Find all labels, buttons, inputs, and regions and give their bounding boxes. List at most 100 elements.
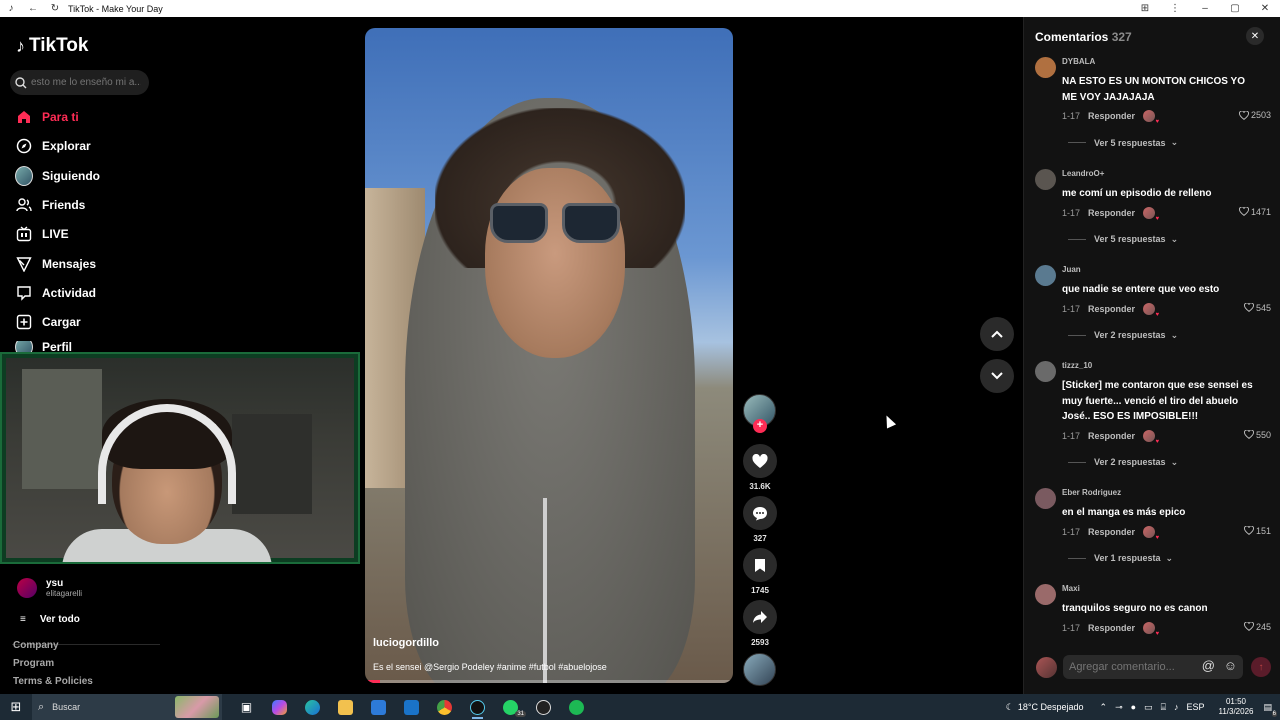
follow-plus-icon[interactable]: + <box>753 419 767 433</box>
nav-item-para-ti[interactable]: Para ti <box>15 106 79 128</box>
clock[interactable]: 01:50 11/3/2026 <box>1218 697 1253 717</box>
search-bar[interactable] <box>10 70 149 95</box>
reply-button[interactable]: Responder <box>1088 527 1135 537</box>
microphone-icon[interactable]: ● <box>1131 702 1136 712</box>
view-replies-button[interactable]: Ver 2 respuestas ⌄ <box>1068 457 1178 468</box>
usb-icon[interactable]: ⊸ <box>1115 702 1123 713</box>
commenter-name[interactable]: tizzz_10 <box>1062 361 1092 370</box>
obs-icon[interactable] <box>527 694 560 720</box>
comment-meta: 1-17 Responder <box>1062 302 1159 318</box>
music-disc-avatar[interactable] <box>743 653 776 686</box>
tiktok-app-icon[interactable] <box>461 694 494 720</box>
view-replies-button[interactable]: Ver 2 respuestas ⌄ <box>1068 330 1178 341</box>
commenter-name[interactable]: LeandroO+ <box>1062 169 1104 178</box>
file-explorer-icon[interactable] <box>329 694 362 720</box>
minimize-button[interactable]: – <box>1190 3 1220 14</box>
reply-button[interactable]: Responder <box>1088 431 1135 441</box>
send-comment-button[interactable]: ↑ <box>1251 657 1271 677</box>
following-account[interactable]: ysu elitagarelli <box>17 578 82 598</box>
chevron-down-icon: ⌄ <box>1170 456 1179 467</box>
edge-icon[interactable] <box>296 694 329 720</box>
comment-input[interactable] <box>1069 661 1189 673</box>
nav-item-siguiendo[interactable]: Siguiendo <box>15 165 100 187</box>
share-icon <box>753 611 767 623</box>
commenter-avatar[interactable] <box>1035 265 1056 286</box>
windows-start-icon[interactable]: ⊞ <box>0 699 32 715</box>
notification-icon[interactable]: ▤ 6 <box>1263 702 1277 717</box>
nav-item-cargar[interactable]: Cargar <box>15 311 81 333</box>
comment-like-button[interactable]: 550 <box>1243 430 1271 440</box>
outlook-icon[interactable] <box>395 694 428 720</box>
commenter-name[interactable]: DYBALA <box>1062 57 1095 66</box>
share-count: 2593 <box>751 638 769 647</box>
like-button[interactable] <box>743 444 777 478</box>
commenter-name[interactable]: Juan <box>1062 265 1081 274</box>
nav-item-explorar[interactable]: Explorar <box>15 135 91 157</box>
translate-icon[interactable]: ⊞ <box>1130 3 1160 14</box>
commenter-avatar[interactable] <box>1035 488 1056 509</box>
display-icon[interactable]: ▭ <box>1144 702 1153 713</box>
save-button[interactable] <box>743 548 777 582</box>
comment-like-button[interactable]: 151 <box>1243 526 1271 536</box>
chevron-up-icon[interactable]: ⌃ <box>1100 702 1108 713</box>
task-view-icon[interactable]: ▣ <box>230 694 263 720</box>
maximize-button[interactable]: ▢ <box>1220 3 1250 14</box>
taskbar-search[interactable]: ⌕ Buscar <box>32 694 222 720</box>
whatsapp-icon[interactable]: 31 <box>494 694 527 720</box>
view-replies-button[interactable]: Ver 5 respuestas ⌄ <box>1068 234 1178 245</box>
reply-button[interactable]: Responder <box>1088 111 1135 121</box>
commenter-avatar[interactable] <box>1035 57 1056 78</box>
share-button[interactable] <box>743 600 777 634</box>
comment-like-button[interactable]: 245 <box>1243 622 1271 632</box>
next-video-button[interactable] <box>980 359 1014 393</box>
video-progress-bar[interactable] <box>365 680 733 683</box>
more-menu-icon[interactable]: ⋮ <box>1160 3 1190 14</box>
commenter-avatar[interactable] <box>1035 169 1056 190</box>
commenter-name[interactable]: Maxi <box>1062 584 1080 593</box>
tiktok-logo[interactable]: ♪ TikTok <box>16 35 88 57</box>
reply-button[interactable]: Responder <box>1088 623 1135 633</box>
spotify-icon[interactable] <box>560 694 593 720</box>
comment-input-box[interactable]: @ ☺ <box>1063 655 1243 679</box>
comment-text: en el manga es más epico <box>1062 507 1186 518</box>
volume-icon[interactable]: ♪ <box>1174 702 1179 712</box>
close-comments-button[interactable]: ✕ <box>1246 27 1264 45</box>
emoji-icon[interactable]: ☺ <box>1224 658 1237 673</box>
back-icon[interactable]: ← <box>22 3 44 14</box>
footer-link-program[interactable]: Program <box>13 658 54 669</box>
comment-like-button[interactable]: 1471 <box>1238 207 1271 217</box>
commenter-name[interactable]: Eber Rodriguez <box>1062 488 1121 497</box>
footer-link-company[interactable]: Company <box>13 640 59 651</box>
close-window-button[interactable]: ✕ <box>1250 3 1280 14</box>
reply-button[interactable]: Responder <box>1088 208 1135 218</box>
commenter-avatar[interactable] <box>1035 584 1056 605</box>
footer-link-terms[interactable]: Terms & Policies <box>13 676 93 687</box>
reload-icon[interactable]: ↻ <box>44 3 66 14</box>
avatar <box>17 578 37 598</box>
view-replies-button[interactable]: Ver 1 respuesta ⌄ <box>1068 553 1173 564</box>
nav-item-live[interactable]: LIVE <box>15 223 69 245</box>
nav-item-mensajes[interactable]: Mensajes <box>15 253 96 275</box>
store-icon[interactable] <box>362 694 395 720</box>
language-indicator[interactable]: ESP <box>1186 702 1204 712</box>
see-all-button[interactable]: ≡ Ver todo <box>20 614 80 625</box>
video-author[interactable]: luciogordillo <box>373 637 439 649</box>
nav-item-friends[interactable]: Friends <box>15 194 85 216</box>
bookmark-icon <box>755 558 765 572</box>
comment-button[interactable] <box>743 496 777 530</box>
reply-button[interactable]: Responder <box>1088 304 1135 314</box>
comment-like-count: 2503 <box>1250 110 1271 120</box>
weather-widget[interactable]: ☾ 18°C Despejado <box>1006 702 1084 713</box>
mention-icon[interactable]: @ <box>1202 658 1215 673</box>
comment-like-button[interactable]: 2503 <box>1238 110 1271 120</box>
network-icon[interactable]: ⌸ <box>1161 702 1166 713</box>
previous-video-button[interactable] <box>980 317 1014 351</box>
copilot-icon[interactable] <box>263 694 296 720</box>
nav-item-actividad[interactable]: Actividad <box>15 282 96 304</box>
video-player[interactable]: luciogordillo Es el sensei @Sergio Podel… <box>365 28 733 683</box>
search-input[interactable] <box>31 77 141 88</box>
view-replies-button[interactable]: Ver 5 respuestas ⌄ <box>1068 137 1178 148</box>
comment-like-button[interactable]: 545 <box>1243 303 1271 313</box>
commenter-avatar[interactable] <box>1035 361 1056 382</box>
chrome-icon[interactable] <box>428 694 461 720</box>
